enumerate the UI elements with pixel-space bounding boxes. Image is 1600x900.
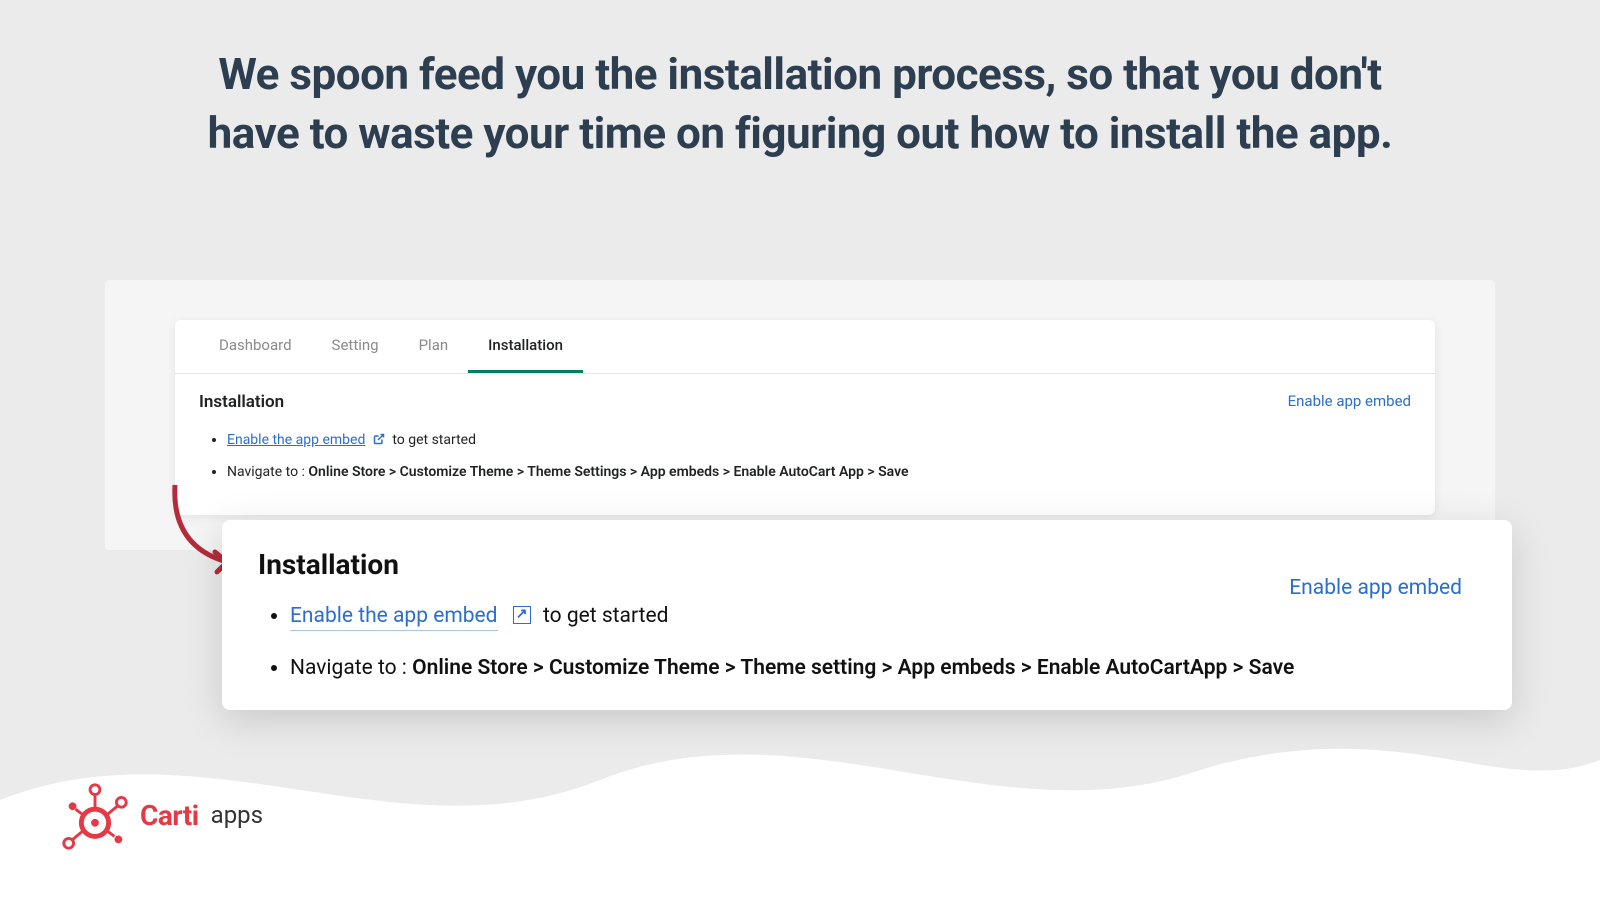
zoom-steps: Enable the app embed to get started Navi… [258, 601, 1476, 684]
headline: We spoon feed you the installation proce… [0, 0, 1600, 164]
panel-body: Installation Enable app embed Enable the… [175, 374, 1435, 515]
zoom-nav-prefix: Navigate to : [290, 656, 412, 680]
enable-embed-inline-link[interactable]: Enable the app embed [227, 432, 365, 448]
zoom-external-link-icon [513, 606, 531, 624]
zoom-step-suffix: to get started [543, 604, 668, 628]
step-enable: Enable the app embed to get started [227, 430, 1411, 452]
external-link-icon [373, 431, 385, 452]
brand-logo: Carti apps [56, 776, 263, 854]
tab-setting[interactable]: Setting [312, 320, 399, 373]
tab-dashboard[interactable]: Dashboard [199, 320, 312, 373]
installation-panel: Dashboard Setting Plan Installation Inst… [175, 320, 1435, 515]
tab-installation[interactable]: Installation [468, 320, 583, 373]
enable-app-embed-link[interactable]: Enable app embed [1288, 392, 1411, 410]
brand-sub: apps [211, 801, 263, 829]
logo-icon [56, 776, 134, 854]
step-navigate: Navigate to : Online Store > Customize T… [227, 462, 1411, 483]
zoom-enable-app-embed-link[interactable]: Enable app embed [1289, 576, 1462, 600]
step-enable-suffix: to get started [392, 432, 476, 448]
panel-background: Dashboard Setting Plan Installation Inst… [105, 280, 1495, 550]
panel-title: Installation [199, 392, 1411, 412]
nav-path: Online Store > Customize Theme > Theme S… [308, 464, 908, 480]
nav-prefix: Navigate to : [227, 464, 308, 480]
zoom-nav-path: Online Store > Customize Theme > Theme s… [412, 656, 1294, 680]
tab-plan[interactable]: Plan [399, 320, 469, 373]
zoom-enable-inline-link[interactable]: Enable the app embed [290, 604, 498, 631]
tab-bar: Dashboard Setting Plan Installation [175, 320, 1435, 374]
brand-name: Carti [140, 799, 199, 832]
zoom-step-enable: Enable the app embed to get started [290, 601, 1476, 633]
installation-steps: Enable the app embed to get started Navi… [199, 430, 1411, 483]
